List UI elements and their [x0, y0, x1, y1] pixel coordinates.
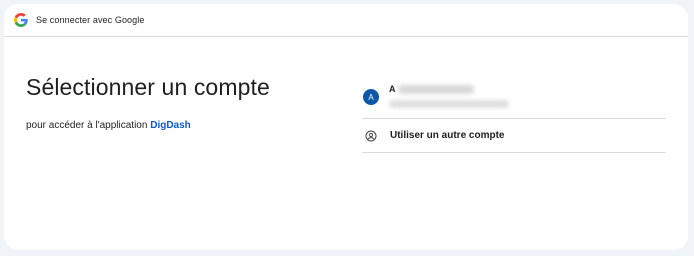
use-other-account-label: Utiliser un autre compte [390, 130, 505, 141]
account-list: A A Utiliser un autre compte [362, 82, 666, 153]
account-avatar: A [363, 89, 379, 105]
left-pane: Sélectionner un compte pour accéder à l'… [26, 74, 270, 131]
account-item[interactable]: A A [362, 82, 666, 119]
app-name-link[interactable]: DigDash [150, 120, 191, 131]
account-name-initial: A [389, 84, 396, 94]
sign-in-card: Se connecter avec Google Sélectionner un… [4, 4, 688, 250]
redacted-email [389, 100, 509, 108]
subtitle-text: pour accéder à l'application [26, 120, 151, 131]
header-title: Se connecter avec Google [36, 15, 145, 25]
person-circle-icon [365, 130, 377, 141]
account-info: A [389, 84, 509, 108]
use-other-account-button[interactable]: Utiliser un autre compte [362, 119, 666, 153]
subtitle: pour accéder à l'application DigDash [26, 120, 270, 131]
dialog-header: Se connecter avec Google [4, 4, 688, 37]
page-title: Sélectionner un compte [26, 74, 270, 100]
google-g-icon [14, 13, 28, 27]
account-name: A [389, 84, 509, 94]
redacted-name [397, 84, 474, 94]
